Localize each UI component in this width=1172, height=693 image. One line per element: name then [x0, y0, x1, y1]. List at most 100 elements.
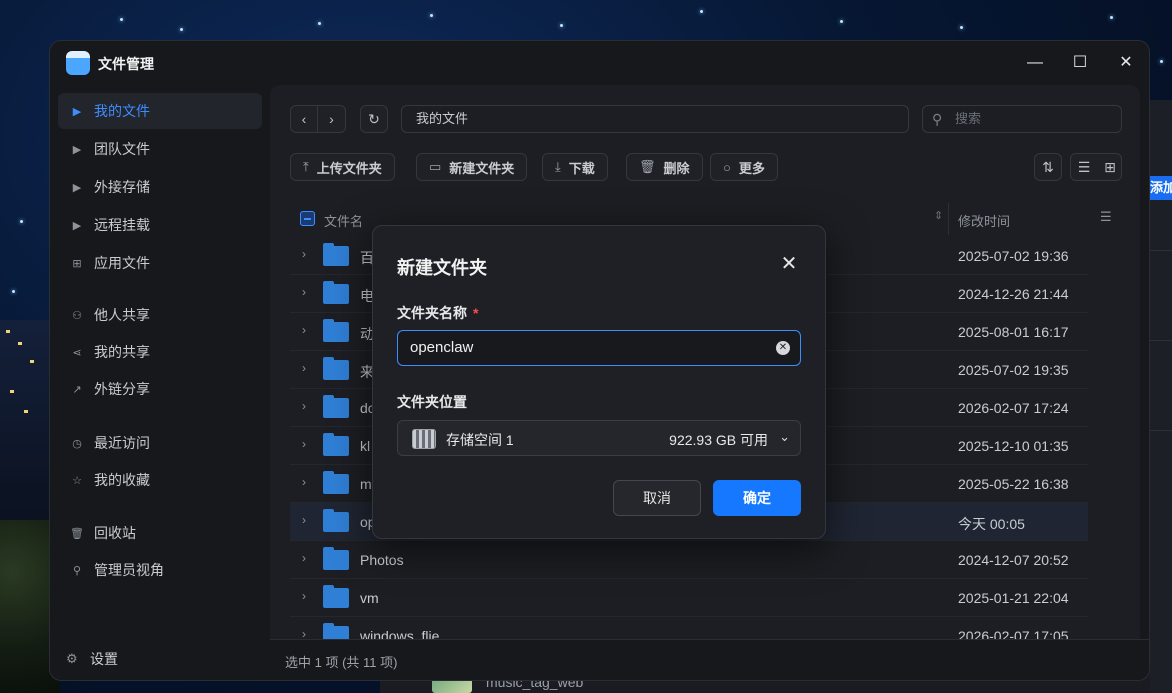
upload-folder-button[interactable]: ⤒ 上传文件夹: [290, 153, 395, 181]
folder-icon: [323, 395, 349, 418]
chevron-right-icon[interactable]: ›: [302, 361, 306, 375]
grid-icon: ⊞: [72, 257, 82, 270]
search-icon: ⚲: [932, 111, 943, 127]
folder-icon: [323, 319, 349, 342]
folder-location-label: 文件夹位置: [397, 394, 467, 410]
confirm-button[interactable]: 确定: [713, 480, 801, 516]
chevron-right-icon[interactable]: ›: [302, 399, 306, 413]
sidebar-item-favorites[interactable]: ☆ 我的收藏: [58, 462, 262, 498]
column-settings-icon[interactable]: ☰: [1100, 209, 1112, 225]
caret-right-icon: ▶: [72, 181, 82, 194]
folder-icon: [323, 623, 349, 639]
column-name[interactable]: 文件名: [324, 211, 363, 230]
list-view-icon[interactable]: ☰: [1071, 154, 1097, 180]
back-icon[interactable]: ‹: [291, 106, 318, 132]
chevron-right-icon[interactable]: ›: [302, 513, 306, 527]
settings-button[interactable]: ⚙ 设置: [58, 641, 118, 677]
background-window-edge: 添加: [1150, 100, 1172, 693]
chevron-right-icon[interactable]: ›: [302, 285, 306, 299]
download-button[interactable]: ⤓ 下载: [542, 153, 608, 181]
selection-status: 选中 1 项 (共 11 项): [285, 655, 398, 670]
folder-location-select[interactable]: 存储空间 1 922.93 GB 可用 ⌄: [397, 420, 801, 456]
download-icon: ⤓: [555, 159, 561, 174]
location-free-space: 922.93 GB 可用: [669, 432, 768, 448]
close-icon[interactable]: ✕: [777, 252, 801, 276]
background-city: [0, 320, 50, 520]
titlebar: 文件管理 — ☐ ✕: [50, 41, 1149, 85]
required-mark: *: [473, 305, 479, 321]
chevron-right-icon[interactable]: ›: [302, 323, 306, 337]
close-icon[interactable]: ✕: [1116, 53, 1136, 73]
chevron-right-icon[interactable]: ›: [302, 627, 306, 639]
table-row[interactable]: › Photos 2024-12-07 20:52: [290, 541, 1088, 579]
star-icon: ☆: [72, 474, 82, 487]
sidebar-item-external-storage[interactable]: ▶ 外接存储: [58, 169, 262, 205]
sidebar-item-admin-view[interactable]: ⚲ 管理员视角: [58, 552, 262, 588]
sidebar-item-recent[interactable]: ◷ 最近访问: [58, 425, 262, 461]
sidebar-item-my-files[interactable]: ▶ 我的文件: [58, 93, 262, 129]
chevron-right-icon[interactable]: ›: [302, 475, 306, 489]
folder-icon: [323, 547, 349, 570]
folder-icon: [323, 357, 349, 380]
folder-icon: [323, 433, 349, 456]
sidebar-item-shared-with-me[interactable]: ⚇ 他人共享: [58, 297, 262, 333]
share-icon: ⋖: [72, 346, 82, 359]
table-row[interactable]: › windows_flie 2026-02-07 17:05: [290, 617, 1088, 639]
chevron-right-icon[interactable]: ›: [302, 437, 306, 451]
chevron-right-icon[interactable]: ›: [302, 551, 306, 565]
users-icon: ⚇: [72, 309, 82, 322]
chevron-right-icon[interactable]: ›: [302, 247, 306, 261]
app-title: 文件管理: [98, 56, 154, 72]
search-input[interactable]: ⚲ 搜索: [922, 105, 1122, 133]
folder-icon: [323, 281, 349, 304]
sidebar-item-recycle-bin[interactable]: 🗑 回收站: [58, 515, 262, 551]
chevron-right-icon[interactable]: ›: [302, 589, 306, 603]
trash-icon: 🗑: [639, 159, 656, 174]
folder-icon: [323, 471, 349, 494]
status-bar: 选中 1 项 (共 11 项): [270, 639, 1149, 680]
clock-icon: ◷: [72, 437, 82, 450]
new-folder-button[interactable]: ▭ 新建文件夹: [416, 153, 528, 181]
trash-icon: 🗑: [70, 527, 84, 540]
sidebar-item-app-files[interactable]: ⊞ 应用文件: [58, 245, 262, 281]
upload-icon: ⤒: [303, 159, 309, 174]
folder-name-input[interactable]: openclaw ✕: [397, 330, 801, 366]
sidebar-item-remote-mount[interactable]: ▶ 远程挂载: [58, 207, 262, 243]
admin-icon: ⚲: [72, 564, 82, 577]
maximize-icon[interactable]: ☐: [1070, 53, 1090, 73]
folder-icon: [323, 585, 349, 608]
column-divider: [948, 203, 949, 235]
external-link-icon: ↗: [72, 383, 82, 396]
sidebar-item-my-shares[interactable]: ⋖ 我的共享: [58, 334, 262, 370]
refresh-icon[interactable]: ↻: [360, 105, 388, 133]
view-toggle: ☰ ⊞: [1070, 153, 1122, 181]
sidebar-item-team-files[interactable]: ▶ 团队文件: [58, 131, 262, 167]
new-folder-dialog: 新建文件夹 ✕ 文件夹名称 * openclaw ✕ 文件夹位置 存储空间 1 9…: [372, 225, 826, 539]
cancel-button[interactable]: 取消: [613, 480, 701, 516]
table-row[interactable]: › vm 2025-01-21 22:04: [290, 579, 1088, 617]
sidebar-item-link-shares[interactable]: ↗ 外链分享: [58, 371, 262, 407]
breadcrumb[interactable]: 我的文件: [401, 105, 909, 133]
forward-icon[interactable]: ›: [318, 106, 345, 132]
gear-icon: ⚙: [66, 651, 78, 666]
grid-view-icon[interactable]: ⊞: [1097, 154, 1123, 180]
select-all-checkbox[interactable]: [300, 211, 315, 226]
folder-icon: [323, 509, 349, 532]
sort-arrows-icon[interactable]: ⇕: [934, 209, 943, 222]
column-modified[interactable]: 修改时间: [958, 211, 1010, 230]
folder-name-label: 文件夹名称 *: [397, 305, 479, 321]
folder-icon: [323, 243, 349, 266]
caret-right-icon: ▶: [72, 105, 82, 118]
location-name: 存储空间 1: [446, 432, 514, 448]
clear-icon[interactable]: ✕: [776, 341, 790, 355]
more-icon: ○: [723, 159, 731, 175]
dialog-title: 新建文件夹: [397, 258, 487, 278]
background-add-button: 添加: [1150, 176, 1172, 200]
delete-button[interactable]: 🗑 删除: [626, 153, 703, 181]
sort-icon[interactable]: ⇅: [1034, 153, 1062, 181]
minimize-icon[interactable]: —: [1025, 53, 1045, 73]
more-button[interactable]: ○ 更多: [710, 153, 778, 181]
app-icon: [66, 51, 90, 75]
nav-buttons: ‹ ›: [290, 105, 346, 133]
caret-right-icon: ▶: [72, 219, 82, 232]
